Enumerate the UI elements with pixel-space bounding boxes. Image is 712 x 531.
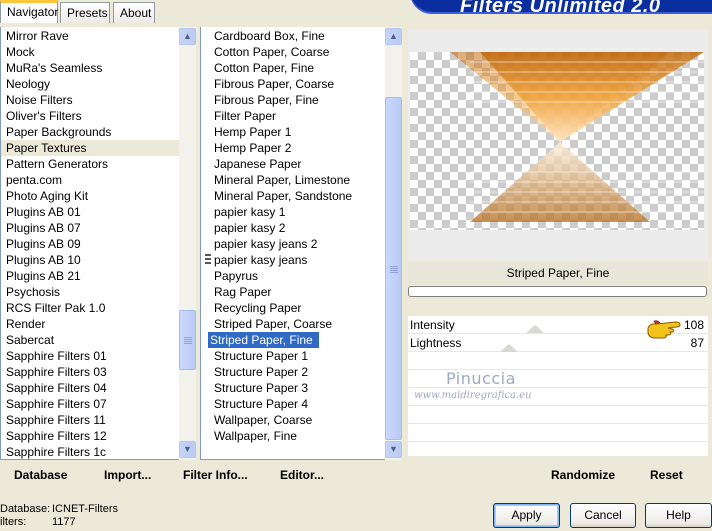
category-item[interactable]: Render bbox=[1, 316, 179, 332]
category-item[interactable]: Mirror Rave bbox=[1, 28, 179, 44]
preview-image bbox=[410, 52, 704, 230]
category-item[interactable]: Plugins AB 10 bbox=[1, 252, 179, 268]
selected-filter-name: Striped Paper, Fine bbox=[408, 262, 708, 284]
category-item[interactable]: Plugins AB 21 bbox=[1, 268, 179, 284]
filter-item[interactable]: Mineral Paper, Limestone bbox=[201, 172, 385, 188]
filter-item[interactable]: Fibrous Paper, Coarse bbox=[201, 76, 385, 92]
category-scrollbar[interactable]: ▲ ▼ bbox=[179, 27, 196, 460]
category-item[interactable]: Sapphire Filters 07 bbox=[1, 396, 179, 412]
scroll-down-icon[interactable]: ▼ bbox=[179, 441, 196, 458]
filter-item[interactable]: Striped Paper, Fine bbox=[208, 332, 319, 348]
category-item[interactable]: RCS Filter Pak 1.0 bbox=[1, 300, 179, 316]
category-item[interactable]: Pattern Generators bbox=[1, 156, 179, 172]
banner-title: Filters Unlimited 2.0 bbox=[460, 0, 661, 17]
filter-item[interactable]: Recycling Paper bbox=[201, 300, 385, 316]
editor-button[interactable]: Editor... bbox=[280, 468, 324, 482]
category-scroll-thumb[interactable] bbox=[179, 310, 196, 370]
filter-item[interactable]: Hemp Paper 2 bbox=[201, 140, 385, 156]
category-item[interactable]: Sapphire Filters 04 bbox=[1, 380, 179, 396]
category-list[interactable]: Mirror Rave Mock MuRa's Seamless Neology Noi… bbox=[0, 27, 179, 460]
pointing-hand-icon bbox=[646, 320, 682, 345]
preview-pane bbox=[408, 30, 708, 260]
filter-item[interactable]: Structure Paper 4 bbox=[201, 396, 385, 412]
filter-scroll-thumb[interactable] bbox=[385, 97, 402, 440]
param-value: 108 bbox=[683, 318, 704, 332]
apply-button[interactable]: Apply bbox=[493, 503, 560, 528]
scroll-down-icon[interactable]: ▼ bbox=[385, 441, 402, 458]
slider-marker-icon[interactable] bbox=[526, 325, 544, 333]
category-item[interactable]: Psychosis bbox=[1, 284, 179, 300]
category-item[interactable]: Paper Textures bbox=[1, 140, 179, 156]
category-item[interactable]: Sapphire Filters 01 bbox=[1, 348, 179, 364]
import-button[interactable]: Import... bbox=[104, 468, 151, 482]
tab-about[interactable]: About bbox=[113, 2, 155, 23]
filter-item[interactable]: Mineral Paper, Sandstone bbox=[201, 188, 385, 204]
category-item[interactable]: MuRa's Seamless bbox=[1, 60, 179, 76]
filter-item[interactable]: Striped Paper, Coarse bbox=[201, 316, 385, 332]
scroll-up-icon[interactable]: ▲ bbox=[179, 28, 196, 45]
filter-item[interactable]: Cardboard Box, Fine bbox=[201, 28, 385, 44]
watermark-name: Pinuccia bbox=[446, 369, 516, 388]
category-item[interactable]: Plugins AB 09 bbox=[1, 236, 179, 252]
category-item[interactable]: Sabercat bbox=[1, 332, 179, 348]
database-label: Database: bbox=[0, 503, 51, 515]
param-label: Lightness bbox=[410, 336, 462, 350]
filter-item[interactable]: Wallpaper, Coarse bbox=[201, 412, 385, 428]
category-item[interactable]: Plugins AB 01 bbox=[1, 204, 179, 220]
filter-item[interactable]: Structure Paper 1 bbox=[201, 348, 385, 364]
filter-item[interactable]: papier kasy 2 bbox=[201, 220, 385, 236]
reset-button[interactable]: Reset bbox=[650, 468, 683, 482]
category-item[interactable]: Mock bbox=[1, 44, 179, 60]
category-item[interactable]: Oliver's Filters bbox=[1, 108, 179, 124]
filter-item[interactable]: Cotton Paper, Coarse bbox=[201, 44, 385, 60]
filter-info-button[interactable]: Filter Info... bbox=[183, 468, 248, 482]
filter-item[interactable]: papier kasy jeans 2 bbox=[201, 236, 385, 252]
param-label: Intensity bbox=[410, 318, 455, 332]
filter-item[interactable]: Wallpaper, Fine bbox=[201, 428, 385, 444]
scroll-up-icon[interactable]: ▲ bbox=[385, 28, 402, 45]
filter-item[interactable]: papier kasy jeans bbox=[201, 252, 385, 268]
filter-item[interactable]: papier kasy 1 bbox=[201, 204, 385, 220]
filter-scrollbar[interactable]: ▲ ▼ bbox=[385, 27, 402, 460]
tab-presets[interactable]: Presets bbox=[60, 2, 110, 23]
category-item[interactable]: Sapphire Filters 1c bbox=[1, 444, 179, 459]
help-button[interactable]: Help bbox=[645, 503, 712, 528]
progress-bar bbox=[408, 286, 707, 297]
list-marker-icon bbox=[205, 254, 211, 266]
filter-item[interactable]: Structure Paper 2 bbox=[201, 364, 385, 380]
filter-item[interactable]: Filter Paper bbox=[201, 108, 385, 124]
cancel-button[interactable]: Cancel bbox=[570, 503, 636, 528]
database-button[interactable]: Database bbox=[14, 468, 67, 482]
filter-item[interactable]: Hemp Paper 1 bbox=[201, 124, 385, 140]
filter-item[interactable]: Fibrous Paper, Fine bbox=[201, 92, 385, 108]
category-item[interactable]: Paper Backgrounds bbox=[1, 124, 179, 140]
filter-item[interactable]: Structure Paper 3 bbox=[201, 380, 385, 396]
tab-navigator[interactable]: Navigator bbox=[0, 0, 58, 23]
category-item[interactable]: Photo Aging Kit bbox=[1, 188, 179, 204]
category-item[interactable]: Plugins AB 07 bbox=[1, 220, 179, 236]
param-value: 87 bbox=[690, 336, 704, 350]
database-value: ICNET-Filters bbox=[52, 503, 118, 515]
slider-marker-icon[interactable] bbox=[500, 344, 518, 352]
filter-item[interactable]: Rag Paper bbox=[201, 284, 385, 300]
category-item[interactable]: Sapphire Filters 11 bbox=[1, 412, 179, 428]
category-item[interactable]: Sapphire Filters 12 bbox=[1, 428, 179, 444]
category-item[interactable]: penta.com bbox=[1, 172, 179, 188]
watermark-url: www.maidiregrafica.eu bbox=[414, 390, 532, 401]
filter-item[interactable]: Papyrus bbox=[201, 268, 385, 284]
filter-item[interactable]: Japanese Paper bbox=[201, 156, 385, 172]
filters-count-value: 1177 bbox=[52, 516, 76, 528]
category-item[interactable]: Neology bbox=[1, 76, 179, 92]
category-item[interactable]: Sapphire Filters 03 bbox=[1, 364, 179, 380]
category-item[interactable]: Noise Filters bbox=[1, 92, 179, 108]
filter-list[interactable]: Cardboard Box, Fine Cotton Paper, Coarse C… bbox=[200, 27, 385, 460]
filters-count-label: ilters: bbox=[0, 516, 27, 528]
filter-item[interactable]: Cotton Paper, Fine bbox=[201, 60, 385, 76]
randomize-button[interactable]: Randomize bbox=[551, 468, 615, 482]
